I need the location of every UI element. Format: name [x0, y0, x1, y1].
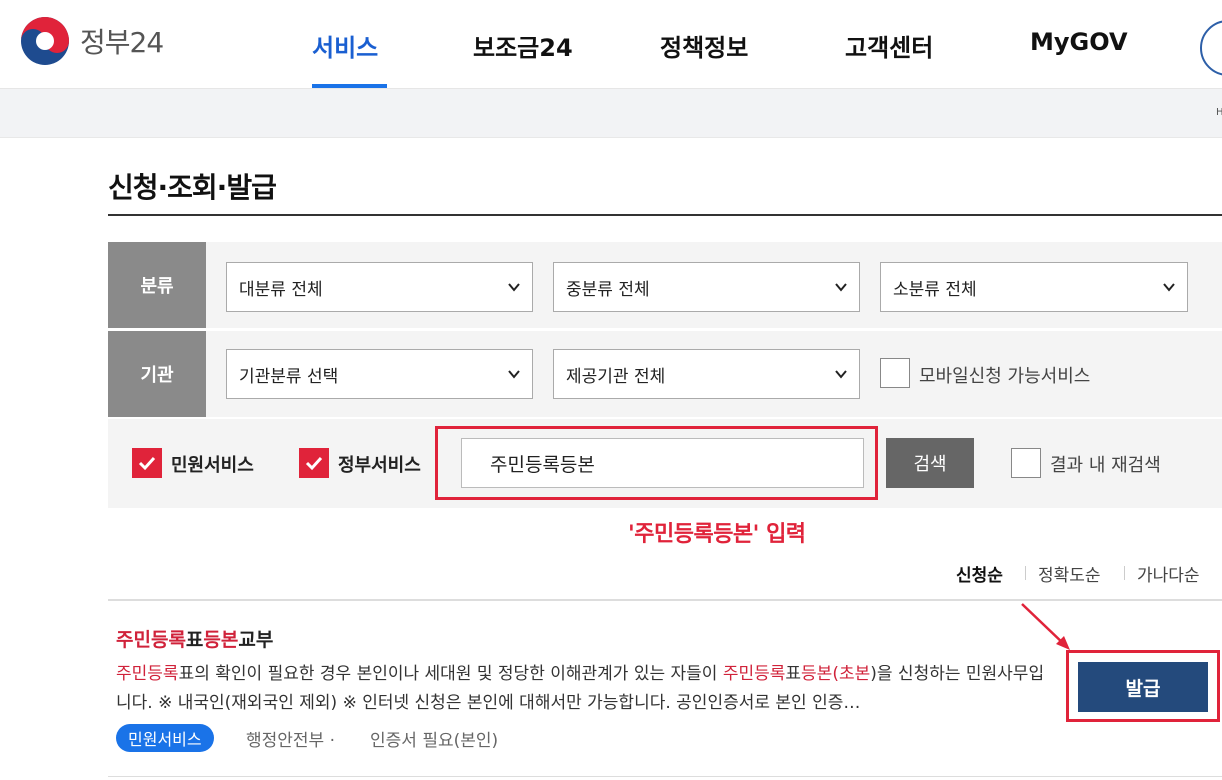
title-text: 표: [185, 629, 204, 651]
nav-mygov[interactable]: MyGOV: [1030, 28, 1128, 56]
title-divider: [108, 214, 1222, 216]
taegeuk-logo-icon: [21, 17, 69, 65]
gov-service-checkbox[interactable]: [299, 448, 329, 478]
logo[interactable]: 정부24: [18, 14, 164, 68]
chevron-down-icon: [835, 283, 847, 292]
desc-highlight: 주민등록: [116, 664, 179, 684]
title-text: 교부: [238, 629, 274, 651]
chevron-down-icon: [508, 370, 520, 379]
select-value: 중분류 전체: [566, 279, 650, 300]
chevron-down-icon: [1163, 283, 1175, 292]
chevron-down-icon: [508, 283, 520, 292]
select-value: 대분류 전체: [239, 279, 323, 300]
sort-by-accuracy[interactable]: 정확도순: [1038, 561, 1101, 586]
select-value: 소분류 전체: [893, 279, 977, 300]
title-highlight: 주민등록: [116, 629, 186, 651]
mobile-service-checkbox[interactable]: [880, 358, 910, 388]
desc-text: 표의 확인이 필요한 경우 본인이나 세대원 및 정당한 이해관계가 있는 자들…: [178, 664, 723, 684]
chevron-down-icon: [835, 370, 847, 379]
sort-by-alphabet[interactable]: 가나다순: [1137, 561, 1200, 586]
civil-service-label: 민원서비스: [171, 455, 254, 476]
select-value: 기관분류 선택: [239, 366, 339, 387]
search-input[interactable]: 주민등록등본: [461, 438, 864, 488]
desc-highlight: 등본: [801, 664, 833, 684]
site-header: 정부24 서비스 보조금24 정책정보 고객센터 MyGOV: [0, 0, 1222, 89]
nav-subsidy24[interactable]: 보조금24: [473, 28, 573, 63]
research-checkbox[interactable]: [1011, 448, 1041, 478]
checkmark-icon: [305, 456, 323, 471]
nav-customer-center[interactable]: 고객센터: [845, 28, 933, 63]
instruction-annotation: '주민등록등본' 입력: [628, 522, 806, 547]
nav-policy-info[interactable]: 정책정보: [660, 28, 748, 63]
desc-text: 표: [785, 664, 802, 684]
results-bottom-divider: [108, 776, 1222, 777]
logo-text: 정부24: [80, 26, 164, 59]
desc-highlight: 초본: [838, 664, 871, 684]
select-value: 제공기관 전체: [566, 366, 666, 387]
desc-highlight: (: [832, 664, 839, 684]
gov-service-label: 정부서비스: [338, 455, 421, 476]
issue-button[interactable]: 발급: [1078, 662, 1208, 712]
nav-services[interactable]: 서비스: [312, 28, 378, 63]
minor-category-select[interactable]: 소분류 전체: [880, 262, 1188, 312]
desc-highlight: 주민등록: [722, 664, 786, 684]
home-icon[interactable]: H: [1216, 107, 1222, 118]
result-requirement: 인증서 필요(본인): [370, 731, 499, 751]
sort-by-application[interactable]: 신청순: [956, 561, 1003, 586]
sort-divider: [1025, 566, 1026, 580]
result-title[interactable]: 주민등록표등본교부: [116, 625, 273, 652]
major-category-select[interactable]: 대분류 전체: [226, 262, 533, 312]
title-highlight: 등본: [203, 629, 239, 651]
provider-agency-select[interactable]: 제공기관 전체: [553, 349, 860, 399]
result-agency: 행정안전부 ·: [246, 731, 336, 751]
civil-service-checkbox[interactable]: [132, 448, 162, 478]
page-title: 신청·조회·발급: [108, 171, 277, 204]
result-description: 주민등록표의 확인이 필요한 경우 본인이나 세대원 및 정당한 이해관계가 있…: [116, 660, 1046, 718]
middle-category-select[interactable]: 중분류 전체: [553, 262, 860, 312]
breadcrumb-bar: H: [0, 88, 1222, 138]
row-divider: [108, 328, 1222, 331]
service-type-badge: 민원서비스: [116, 724, 214, 752]
category-label: 분류: [108, 242, 206, 328]
search-button[interactable]: 검색: [886, 438, 974, 488]
agency-type-select[interactable]: 기관분류 선택: [226, 349, 533, 399]
header-round-button[interactable]: [1200, 20, 1222, 76]
mobile-service-label: 모바일신청 가능서비스: [919, 366, 1091, 387]
sort-divider: [1124, 566, 1125, 580]
agency-label: 기관: [108, 331, 206, 417]
checkmark-icon: [138, 456, 156, 471]
row-divider: [108, 417, 1222, 419]
research-label: 결과 내 재검색: [1050, 455, 1161, 476]
